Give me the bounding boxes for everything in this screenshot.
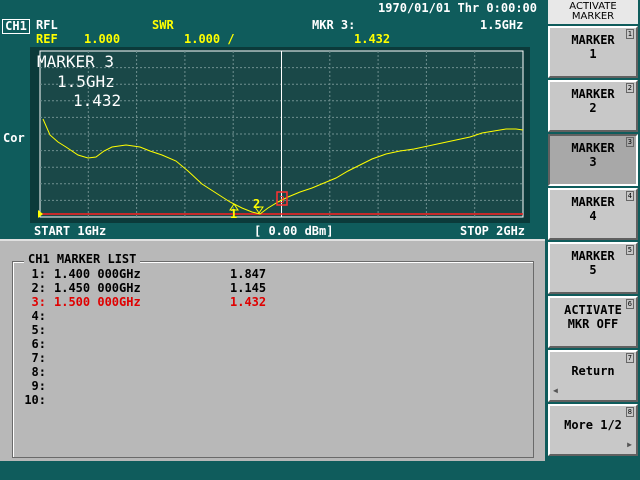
menu-title-line2: MARKER (571, 11, 615, 22)
row-number: 2: (31, 281, 46, 295)
marker-label: MKR 3: (312, 18, 356, 32)
marker-row-7[interactable]: 7: (20, 351, 46, 365)
key-label-line1: Return (571, 364, 615, 378)
row-value: 1.145 (230, 281, 267, 295)
marker-2-softkey[interactable]: 2 MARKER 2 (548, 80, 638, 132)
marker-5-softkey[interactable]: 5 MARKER 5 (548, 242, 638, 294)
key-label-line1: ACTIVATE (564, 303, 622, 317)
row-number: 10: (24, 393, 46, 407)
power-level: [ 0.00 dBm] (254, 224, 334, 238)
format-label: RFL (36, 18, 58, 32)
marker-row-8[interactable]: 8: (20, 365, 46, 379)
marker-1[interactable]: 1 (229, 203, 239, 221)
row-frequency: 1.400 000GHz (54, 267, 141, 281)
measurement-graph[interactable]: 1 2 3 MARKER 3 1.5GHz 1.432 (30, 47, 530, 223)
row-number: 8: (31, 365, 46, 379)
row-frequency: 1.500 000GHz (54, 295, 141, 309)
arrow-right-icon: ▶ (627, 440, 632, 449)
row-number: 3: (31, 295, 46, 309)
channel-indicator[interactable]: CH1 (2, 19, 30, 34)
marker-3-label: 3 (279, 195, 285, 206)
marker-1-label: 1 (230, 207, 237, 221)
marker-row-4[interactable]: 4: (20, 309, 46, 323)
sweep-info-bar: START 1GHz [ 0.00 dBm] STOP 2GHz (0, 223, 545, 239)
row-number: 1: (31, 267, 46, 281)
key-label-line1: MARKER (571, 141, 615, 155)
channel-info-bar: CH1 RFL SWR MKR 3: 1.5GHz REF 1.000 1.00… (0, 17, 545, 47)
row-number: 4: (31, 309, 46, 323)
key-label-line2: 1 (589, 47, 597, 61)
key-label-line1: More 1/2 (564, 418, 622, 432)
activate-mkr-off-softkey[interactable]: 6 ACTIVATE MKR OFF (548, 296, 638, 348)
overlay-marker-name: MARKER 3 (37, 52, 114, 71)
key-label-line2: 5 (589, 263, 597, 277)
top-status-bar: 1970/01/01 Thr 0:00:00 (0, 0, 545, 17)
correction-label: Cor (3, 131, 25, 145)
marker-frequency: 1.5GHz (480, 18, 524, 32)
row-number: 7: (31, 351, 46, 365)
row-value: 1.432 (230, 295, 267, 309)
marker-row-9[interactable]: 9: (20, 379, 46, 393)
ref-label: REF (36, 32, 58, 46)
marker-list-title: CH1 MARKER LIST (24, 252, 141, 266)
marker-value: 1.432 (354, 32, 391, 46)
key-label-line1: MARKER (571, 33, 615, 47)
row-value: 1.847 (230, 267, 267, 281)
scale-value: 1.000 / (184, 32, 235, 46)
key-label-line1: MARKER (571, 195, 615, 209)
datetime-display: 1970/01/01 Thr 0:00:00 (378, 1, 537, 15)
key-label-line2: 2 (589, 101, 597, 115)
key-label-line1: MARKER (571, 249, 615, 263)
key-label-line2: MKR OFF (567, 317, 619, 331)
overlay-marker-value: 1.432 (73, 91, 121, 110)
key-number: 8 (625, 407, 634, 417)
marker-list-panel: CH1 MARKER LIST 1: 1.400 000GHz 1.847 2: 1.… (0, 239, 545, 463)
ref-value: 1.000 (84, 32, 121, 46)
marker-row-5[interactable]: 5: (20, 323, 46, 337)
row-number: 6: (31, 337, 46, 351)
key-label-line2: 4 (589, 209, 597, 223)
marker-4-softkey[interactable]: 4 MARKER 4 (548, 188, 638, 240)
start-frequency: START 1GHz (34, 224, 107, 238)
row-number: 5: (31, 323, 46, 337)
overlay-marker-frequency: 1.5GHz (57, 72, 115, 91)
graph-svg: 1 2 3 MARKER 3 1.5GHz 1.432 (30, 47, 530, 223)
return-softkey[interactable]: 7 Return ◀ (548, 350, 638, 402)
stop-frequency: STOP 2GHz (460, 224, 526, 238)
marker-row-2[interactable]: 2: 1.450 000GHz 1.145 (20, 281, 267, 295)
marker-row-1[interactable]: 1: 1.400 000GHz 1.847 (20, 267, 267, 281)
marker-row-3[interactable]: 3: 1.500 000GHz 1.432 (20, 295, 267, 309)
measurement-type: SWR (152, 18, 174, 32)
row-frequency: 1.450 000GHz (54, 281, 141, 295)
key-number: 7 (625, 353, 634, 363)
softkey-menu-title: ACTIVATE MARKER (548, 0, 638, 24)
marker-3-softkey[interactable]: 3 MARKER 3 (548, 134, 638, 186)
bottom-status-strip (0, 461, 545, 480)
key-label-line1: MARKER (571, 87, 615, 101)
marker-1-softkey[interactable]: 1 MARKER 1 (548, 26, 638, 78)
arrow-left-icon: ◀ (553, 386, 558, 395)
marker-row-10[interactable]: 10: (20, 393, 46, 407)
more-softkey[interactable]: 8 More 1/2 ▶ (548, 404, 638, 456)
key-label-line2: 3 (589, 155, 597, 169)
marker-row-6[interactable]: 6: (20, 337, 46, 351)
row-number: 9: (31, 379, 46, 393)
